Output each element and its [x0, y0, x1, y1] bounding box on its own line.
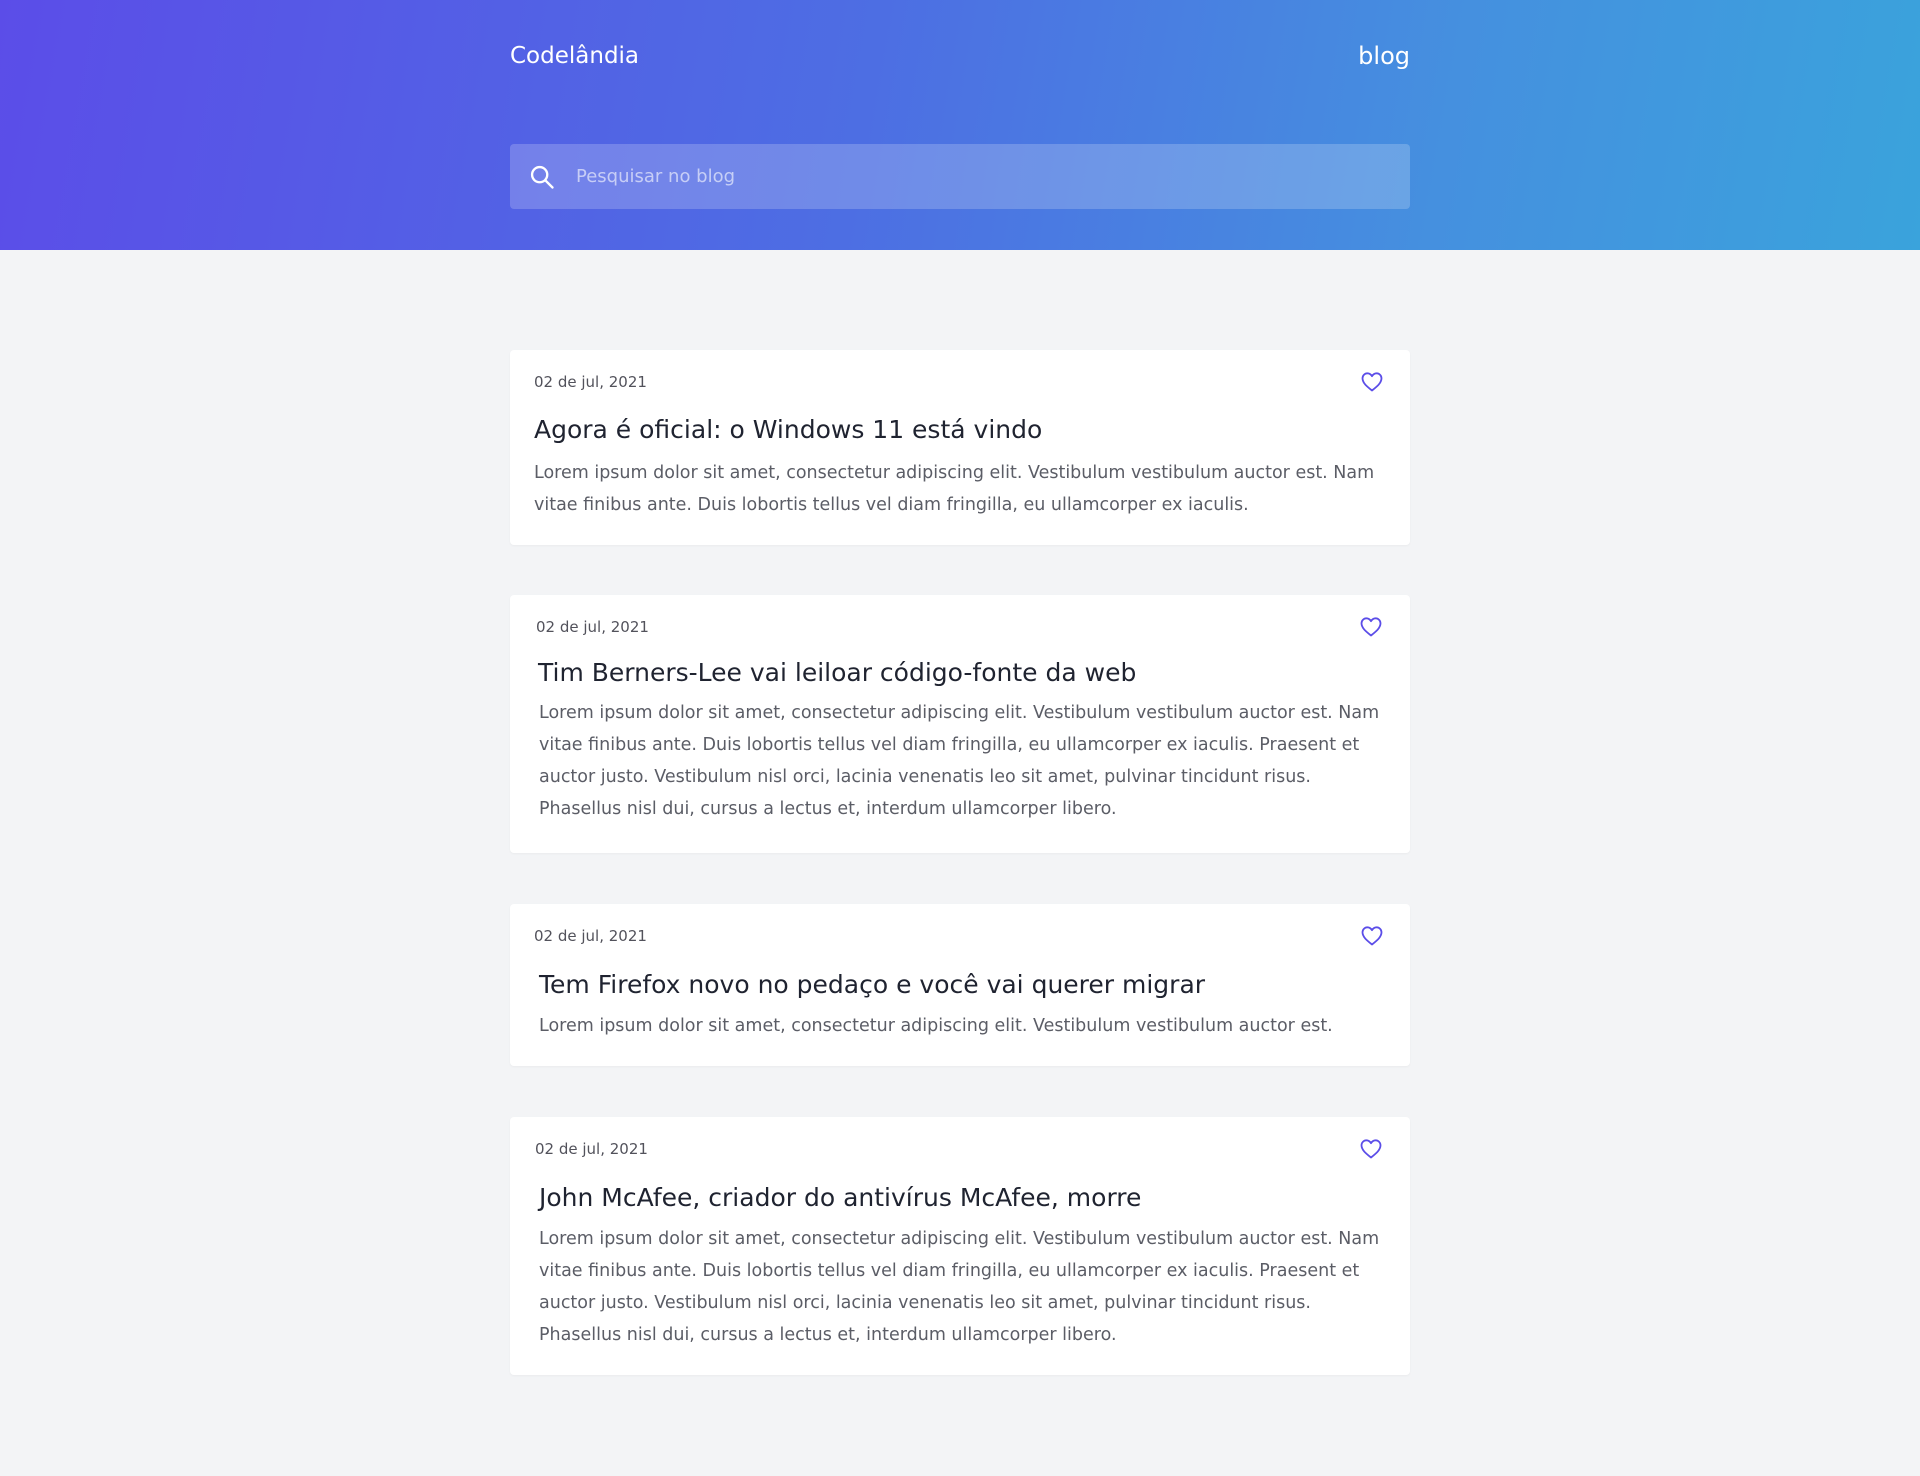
post-excerpt: Lorem ipsum dolor sit amet, consectetur …	[539, 1229, 1380, 1345]
post-title[interactable]: Tim Berners-Lee vai leiloar código-fonte…	[538, 655, 1388, 691]
post-title[interactable]: John McAfee, criador do antivírus McAfee…	[539, 1180, 1389, 1216]
heart-icon[interactable]	[1360, 924, 1384, 948]
post-date: 02 de jul, 2021	[534, 927, 647, 945]
post-card[interactable]: 02 de jul, 2021 John McAfee, criador do …	[510, 1117, 1410, 1375]
search-bar[interactable]	[510, 144, 1410, 209]
post-date: 02 de jul, 2021	[535, 1140, 648, 1158]
post-title[interactable]: Agora é oficial: o Windows 11 está vindo	[534, 412, 1384, 448]
post-title[interactable]: Tem Firefox novo no pedaço e você vai qu…	[539, 967, 1389, 1003]
heart-icon[interactable]	[1359, 1137, 1383, 1161]
post-card[interactable]: 02 de jul, 2021 Agora é oficial: o Windo…	[510, 350, 1410, 545]
post-excerpt: Lorem ipsum dolor sit amet, consectetur …	[539, 1016, 1333, 1036]
brand-logo[interactable]: Codelândia	[510, 40, 639, 72]
nav-link-blog[interactable]: blog	[1358, 40, 1410, 72]
post-date: 02 de jul, 2021	[534, 373, 647, 391]
post-card[interactable]: 02 de jul, 2021 Tim Berners-Lee vai leil…	[510, 595, 1410, 853]
heart-icon[interactable]	[1360, 370, 1384, 394]
post-card[interactable]: 02 de jul, 2021 Tem Firefox novo no peda…	[510, 904, 1410, 1066]
post-excerpt: Lorem ipsum dolor sit amet, consectetur …	[534, 463, 1375, 515]
search-input[interactable]	[574, 144, 1394, 209]
post-date: 02 de jul, 2021	[536, 618, 649, 636]
heart-icon[interactable]	[1359, 615, 1383, 639]
site-header: Codelândia blog	[0, 0, 1920, 250]
post-excerpt: Lorem ipsum dolor sit amet, consectetur …	[539, 703, 1380, 819]
search-icon	[530, 165, 554, 189]
